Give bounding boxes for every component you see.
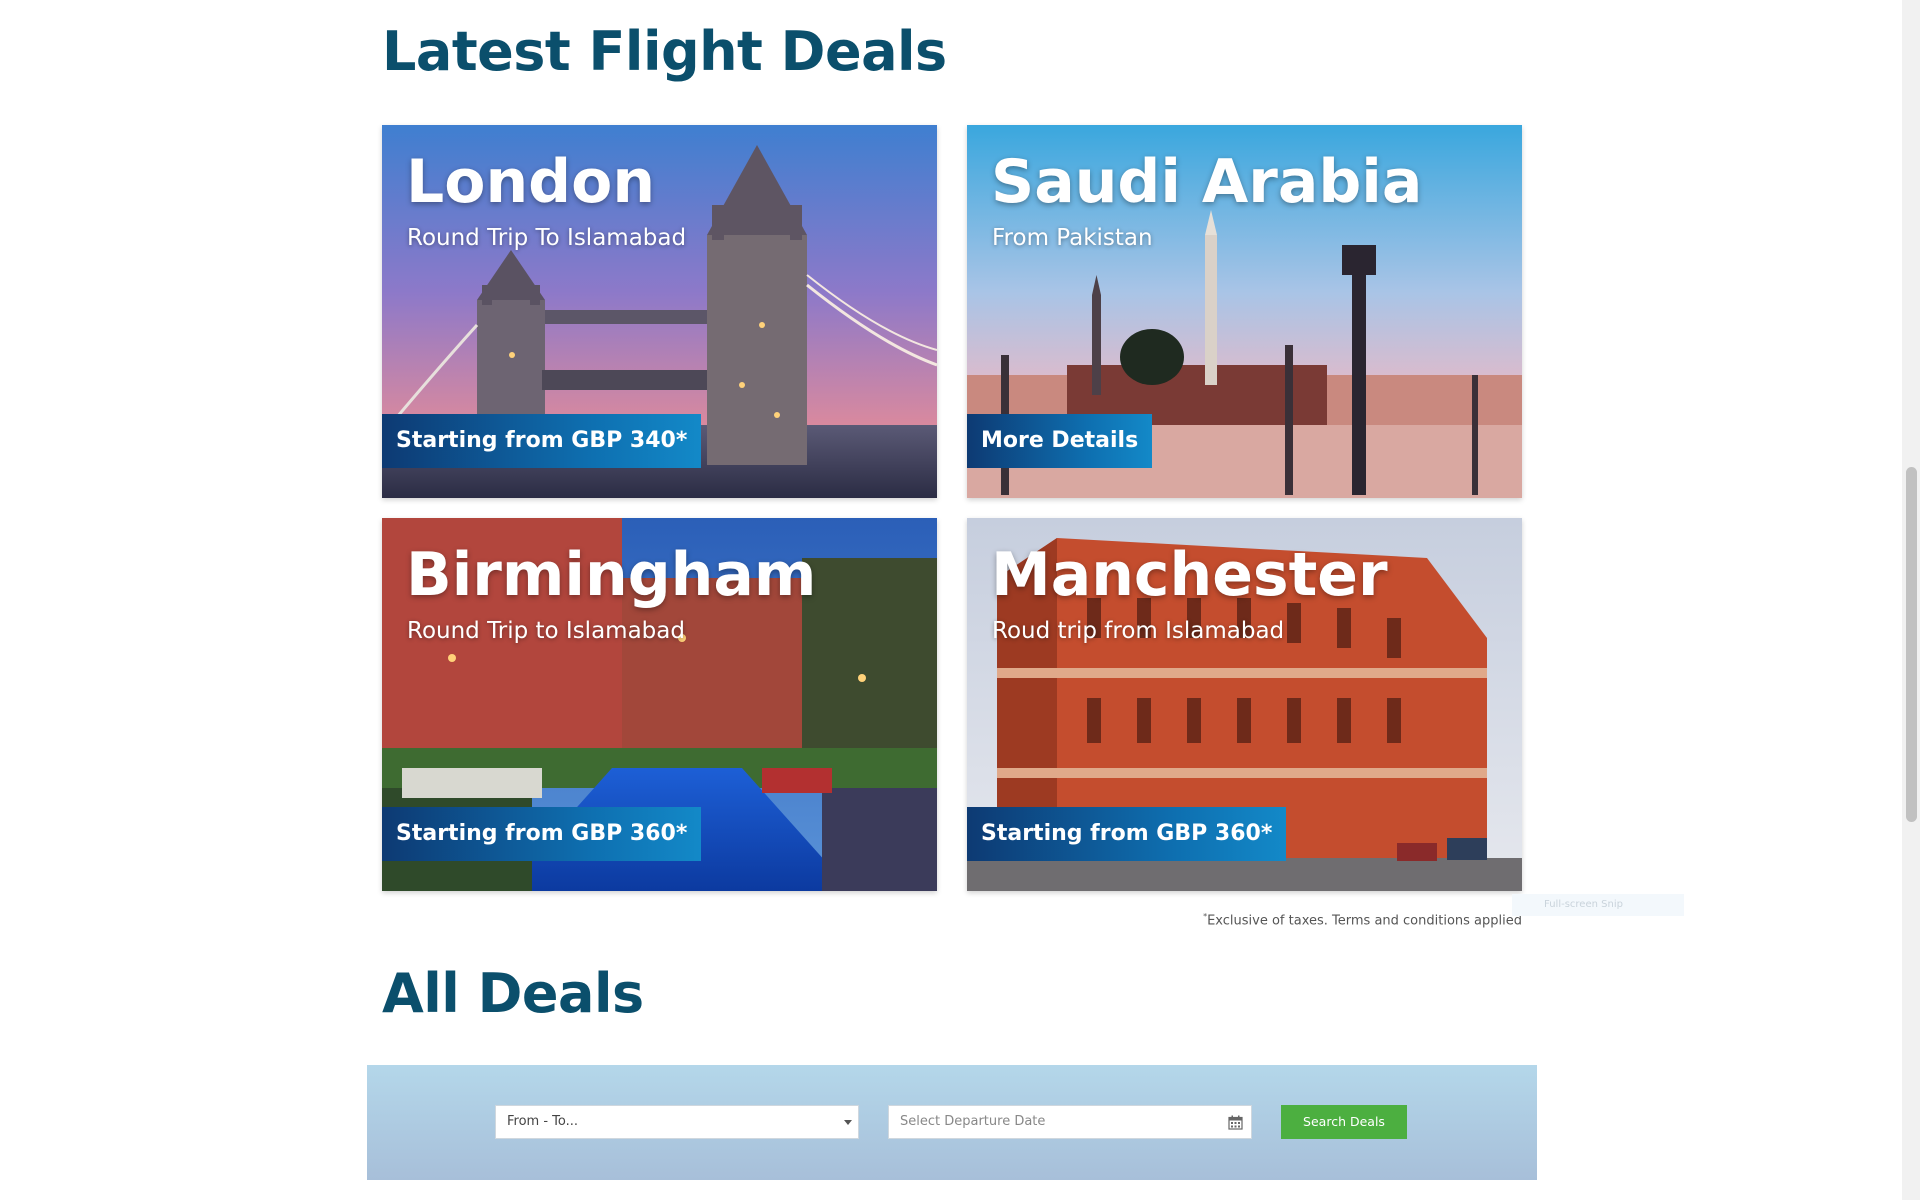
deal-city-title: London (406, 147, 656, 217)
deal-subtitle: Roud trip from Islamabad (992, 618, 1285, 644)
page-scrollbar[interactable] (1902, 0, 1920, 1200)
more-details-button[interactable]: More Details (967, 414, 1153, 468)
route-select-placeholder: From - To... (507, 1114, 579, 1129)
deal-city-title: Saudi Arabia (991, 147, 1423, 217)
disclaimer-body: Exclusive of taxes. Terms and conditions… (1207, 913, 1522, 929)
all-deals-title: All Deals (382, 962, 644, 1025)
search-deals-button[interactable]: Search Deals (1281, 1105, 1407, 1139)
page: Latest Flight Deals London Round Trip To… (0, 0, 1920, 1200)
deal-card-manchester[interactable]: Manchester Roud trip from Islamabad Star… (967, 518, 1522, 891)
deal-subtitle: From Pakistan (992, 225, 1153, 251)
fullscreen-snip-overlay: Full-screen Snip (1512, 894, 1684, 916)
deal-price-badge[interactable]: Starting from GBP 360* (382, 807, 702, 861)
departure-date-placeholder: Select Departure Date (900, 1114, 1046, 1129)
deal-subtitle: Round Trip to Islamabad (407, 618, 685, 644)
deal-price-badge[interactable]: Starting from GBP 360* (967, 807, 1287, 861)
deal-city-title: Manchester (991, 540, 1388, 610)
route-select[interactable]: From - To... (495, 1105, 859, 1139)
dropdown-caret-icon (844, 1120, 852, 1125)
calendar-icon[interactable] (1228, 1115, 1243, 1130)
deal-city-title: Birmingham (406, 540, 817, 610)
deal-subtitle: Round Trip To Islamabad (407, 225, 687, 251)
deal-card-saudi-arabia[interactable]: Saudi Arabia From Pakistan More Details (967, 125, 1522, 498)
latest-deals-title: Latest Flight Deals (382, 20, 947, 83)
deal-card-birmingham[interactable]: Birmingham Round Trip to Islamabad Start… (382, 518, 937, 891)
deal-price-badge[interactable]: Starting from GBP 340* (382, 414, 702, 468)
deal-search-panel: From - To... Select Departure Date Searc… (367, 1065, 1537, 1180)
disclaimer-text: *Exclusive of taxes. Terms and condition… (1200, 912, 1522, 928)
departure-date-input[interactable]: Select Departure Date (888, 1105, 1252, 1139)
scrollbar-thumb[interactable] (1906, 467, 1917, 822)
deal-card-london[interactable]: London Round Trip To Islamabad Starting … (382, 125, 937, 498)
